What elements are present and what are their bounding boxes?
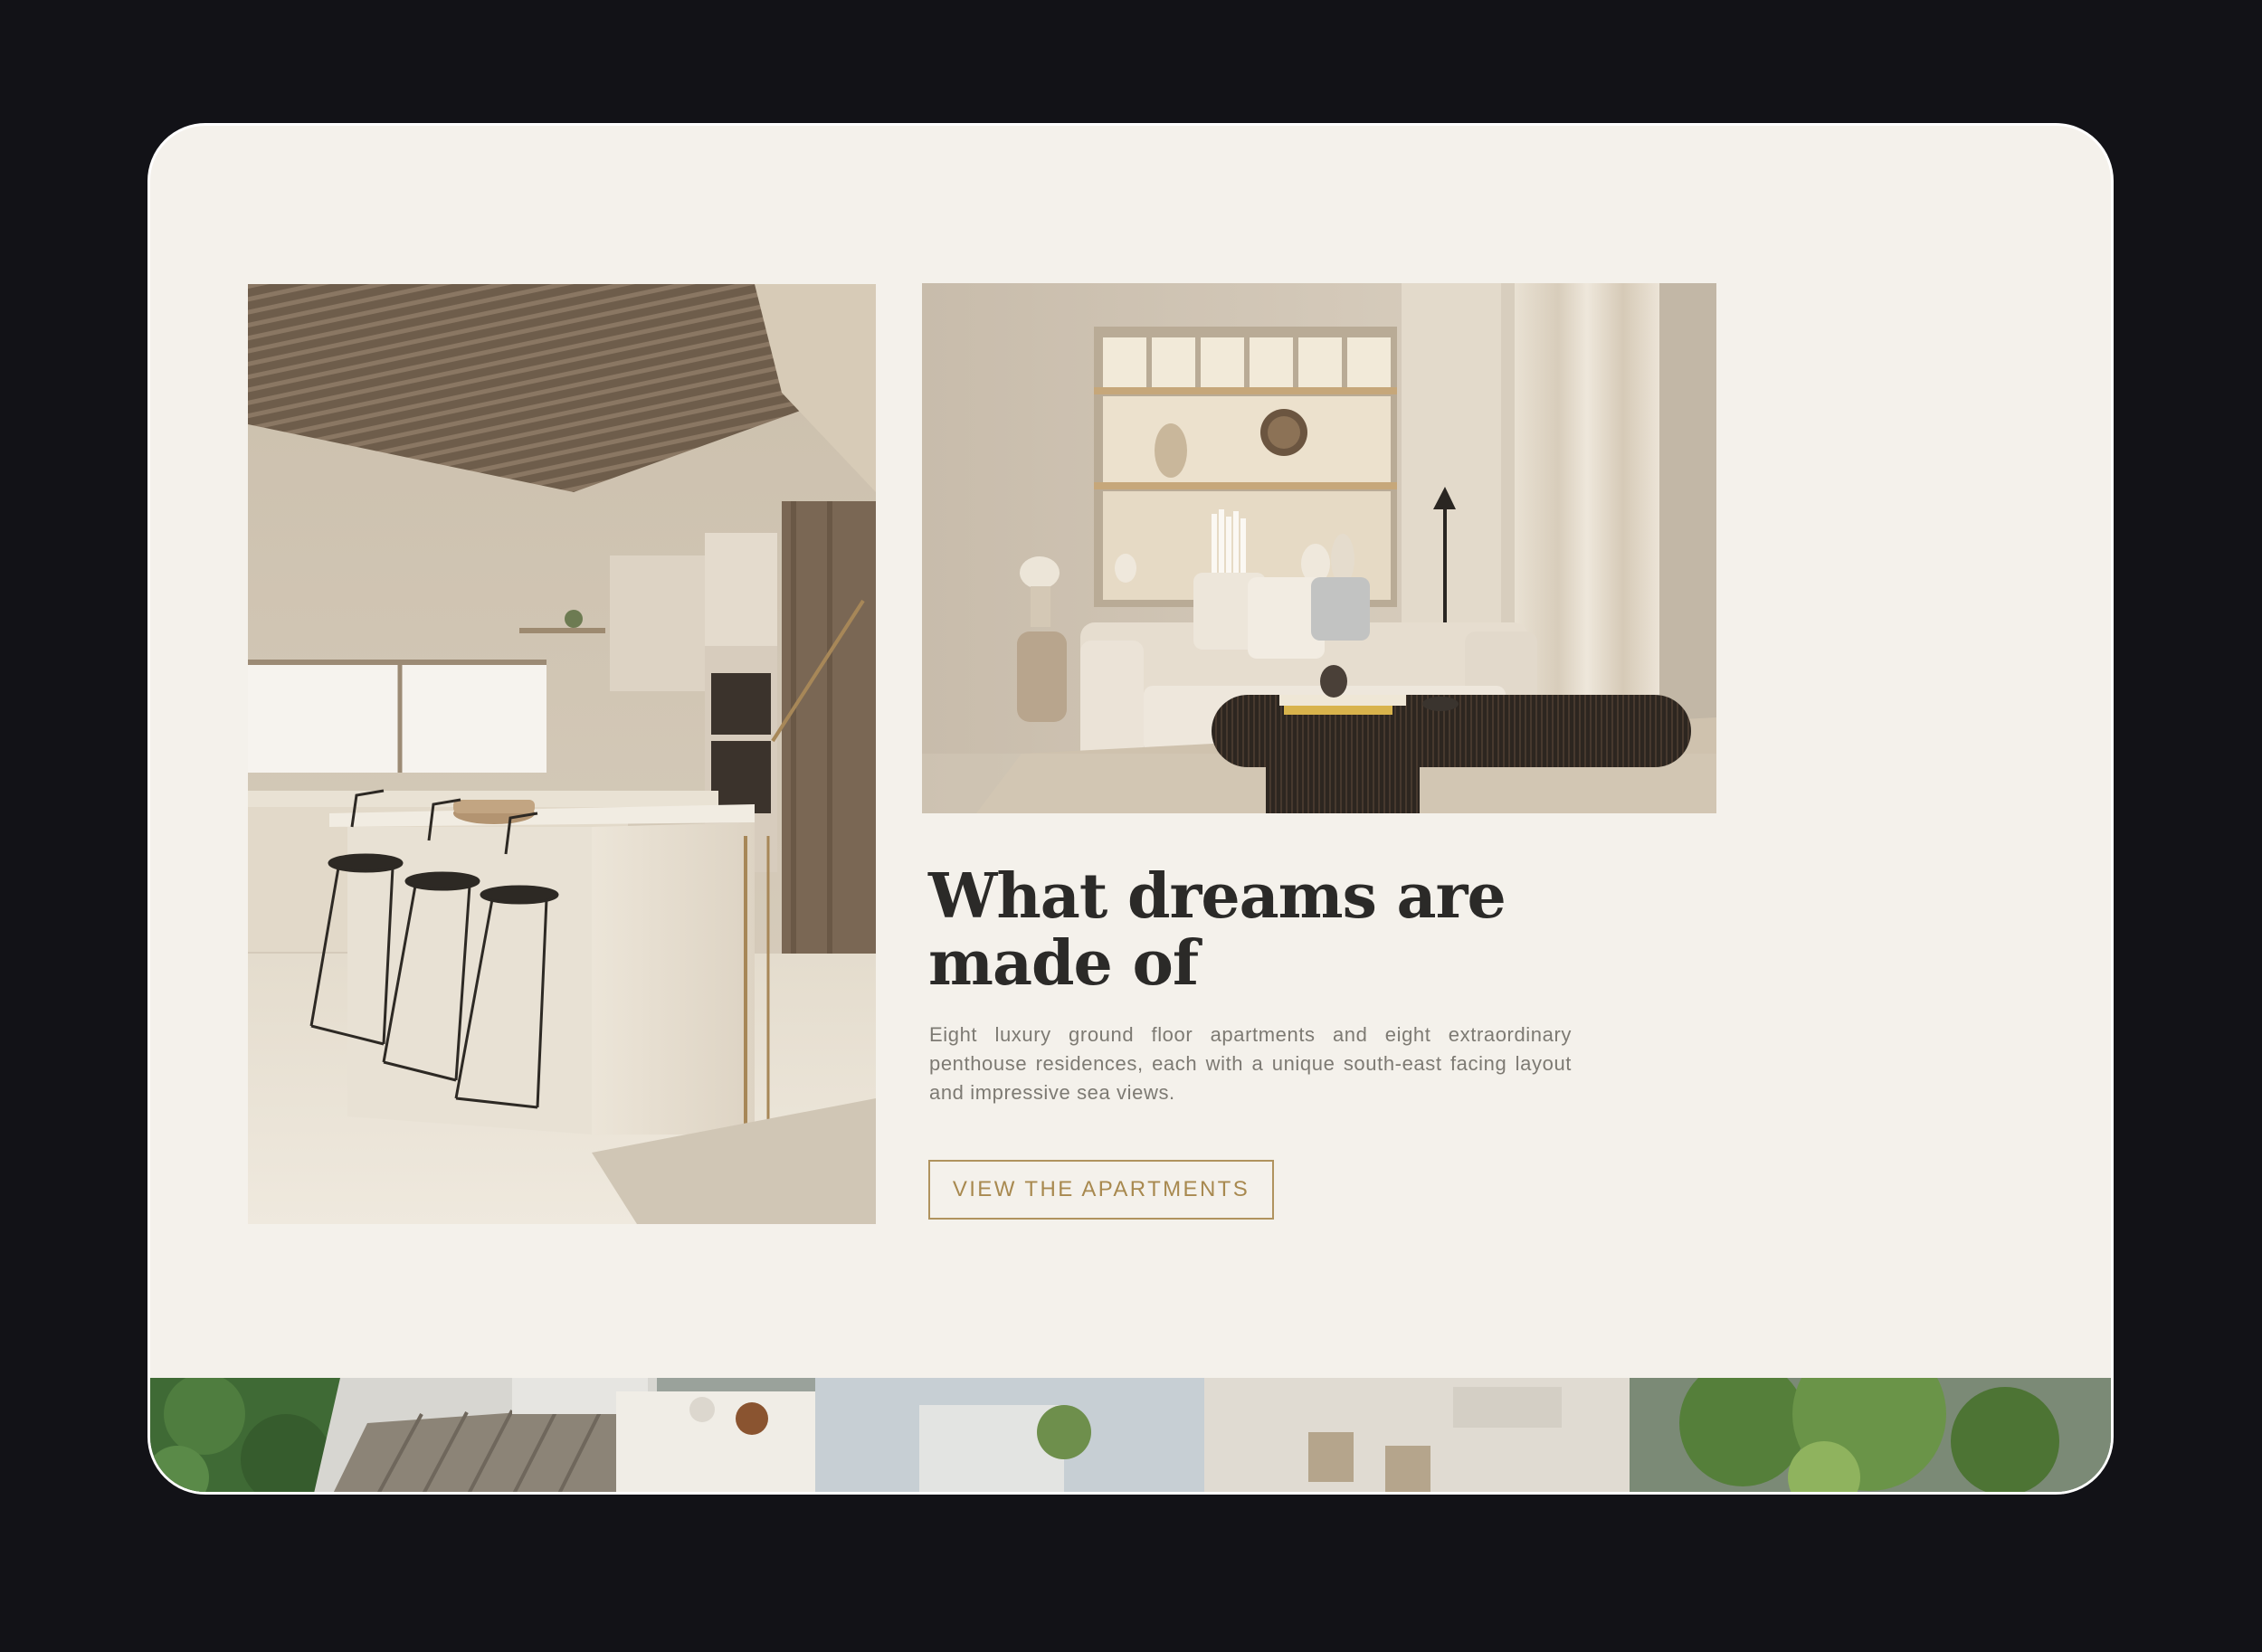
living-room-image <box>922 283 1716 813</box>
section-heading: What dreams are made of <box>928 863 1562 997</box>
terrace-aerial-image <box>150 1378 2111 1492</box>
section-description: Eight luxury ground floor apartments and… <box>929 1023 1572 1104</box>
content-card: What dreams are made of Eight luxury grou… <box>147 123 2114 1495</box>
view-apartments-button[interactable]: VIEW THE APARTMENTS <box>928 1160 1274 1220</box>
heading-line-2: made of <box>928 927 1199 1000</box>
kitchen-interior-image <box>248 284 876 1224</box>
heading-line-1: What dreams are <box>928 860 1506 933</box>
